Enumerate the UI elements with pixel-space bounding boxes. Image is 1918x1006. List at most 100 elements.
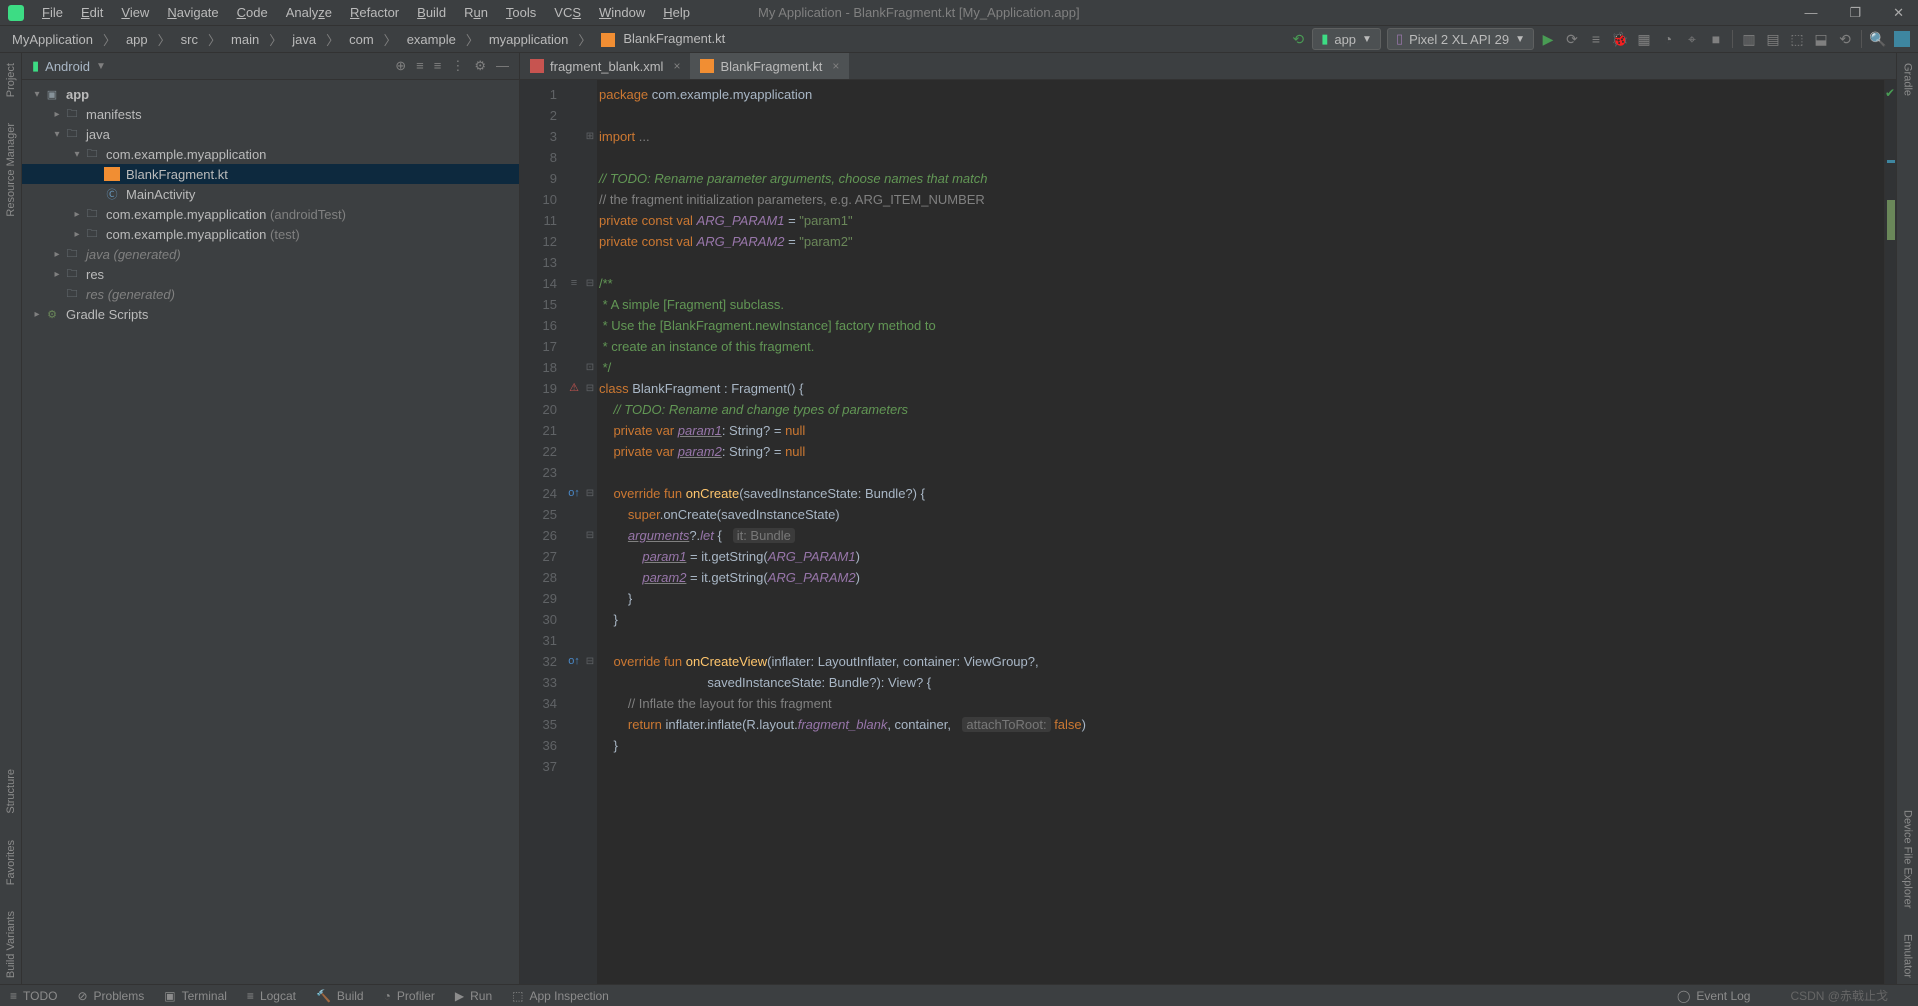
project-view-header: ▮ Android ▼ ⊕ ≡ ≡ ⋮ ⚙ — (22, 53, 519, 80)
close-tab-icon[interactable]: × (673, 59, 680, 73)
show-options-menu-icon[interactable]: ⋮ (451, 58, 464, 74)
menu-refactor[interactable]: Refactor (342, 3, 407, 22)
bc-example[interactable]: example (403, 32, 460, 47)
close-tab-icon[interactable]: × (832, 59, 839, 73)
menu-code[interactable]: Code (229, 3, 276, 22)
tab-resource-manager[interactable]: Resource Manager (3, 117, 19, 223)
tab-gradle[interactable]: Gradle (1900, 57, 1916, 102)
menu-navigate[interactable]: Navigate (159, 3, 226, 22)
select-opened-file-icon[interactable]: ⊕ (395, 58, 406, 74)
menu-view[interactable]: View (113, 3, 157, 22)
code-editor[interactable]: package com.example.myapplication import… (597, 80, 1884, 984)
status-bar: ≡ TODO ⊘ Problems ▣ Terminal ≡ Logcat 🔨 … (0, 984, 1918, 1006)
bc-java[interactable]: java (288, 32, 320, 47)
toolbar-right: ⟲ ▮app▼ ▯Pixel 2 XL API 29▼ ▶ ⟳ ≡ 🐞 ▦ ◔ … (1290, 28, 1910, 50)
tree-node-res[interactable]: ▸🗀res (22, 264, 519, 284)
coverage-button[interactable]: ▦ (1636, 31, 1652, 47)
folder-icon: 🗀 (64, 247, 80, 261)
hide-icon[interactable]: — (496, 58, 509, 74)
editor-area: fragment_blank.xml× BlankFragment.kt× 12… (520, 53, 1896, 984)
menu-file[interactable]: File (34, 3, 71, 22)
tree-node-gradle-scripts[interactable]: ▸⚙Gradle Scripts (22, 304, 519, 324)
tab-favorites[interactable]: Favorites (3, 834, 19, 891)
footer-terminal[interactable]: ▣ Terminal (164, 989, 227, 1003)
bc-file[interactable]: BlankFragment.kt (597, 31, 733, 47)
bc-main[interactable]: main (227, 32, 263, 47)
chevron-down-icon[interactable]: ▼ (96, 61, 106, 72)
tab-fragment-blank-xml[interactable]: fragment_blank.xml× (520, 53, 690, 79)
tab-device-file-explorer[interactable]: Device File Explorer (1900, 804, 1916, 914)
tree-node-package[interactable]: ▾🗀com.example.myapplication (22, 144, 519, 164)
tree-node-res-gen[interactable]: 🗀res (generated) (22, 284, 519, 304)
bc-root[interactable]: MyApplication (8, 32, 97, 47)
bc-src[interactable]: src (177, 32, 202, 47)
tree-file-blankfragment[interactable]: BlankFragment.kt (22, 164, 519, 184)
tab-emulator[interactable]: Emulator (1900, 928, 1916, 984)
tree-node-java-gen[interactable]: ▸🗀java (generated) (22, 244, 519, 264)
ide-settings-button[interactable] (1894, 31, 1910, 47)
sync-icon[interactable]: ⟲ (1290, 31, 1306, 47)
apply-changes-button[interactable]: ⟳ (1564, 31, 1580, 47)
footer-run[interactable]: ▶ Run (455, 989, 492, 1003)
project-tree[interactable]: ▾▣app ▸🗀manifests ▾🗀java ▾🗀com.example.m… (22, 80, 519, 984)
tab-project[interactable]: Project (3, 57, 19, 103)
footer-profiler[interactable]: ◔ Profiler (384, 989, 435, 1003)
debug-button[interactable]: 🐞 (1612, 31, 1628, 47)
resource-manager-button[interactable]: ⬚ (1789, 31, 1805, 47)
run-button[interactable]: ▶ (1540, 31, 1556, 47)
tree-node-test[interactable]: ▸🗀com.example.myapplication (test) (22, 224, 519, 244)
attach-debugger-button[interactable]: ⌖ (1684, 31, 1700, 47)
gear-icon[interactable]: ⚙ (474, 58, 486, 74)
navigation-bar: MyApplication〉 app〉 src〉 main〉 java〉 com… (0, 26, 1918, 53)
tree-file-mainactivity[interactable]: ⒸMainActivity (22, 184, 519, 204)
bc-com[interactable]: com (345, 32, 378, 47)
footer-logcat[interactable]: ≡ Logcat (247, 989, 296, 1003)
tree-node-androidtest[interactable]: ▸🗀com.example.myapplication (androidTest… (22, 204, 519, 224)
menu-build[interactable]: Build (409, 3, 454, 22)
override-icon[interactable]: o↑ (565, 651, 583, 672)
apply-code-button[interactable]: ≡ (1588, 31, 1604, 47)
menu-analyze[interactable]: Analyze (278, 3, 340, 22)
module-icon: ▣ (44, 87, 60, 101)
footer-app-inspection[interactable]: ⬚ App Inspection (512, 989, 609, 1003)
stop-button[interactable]: ■ (1708, 31, 1724, 47)
maximize-button[interactable]: ❐ (1843, 3, 1867, 23)
footer-event-log[interactable]: ◯ Event Log (1677, 987, 1750, 1004)
override-icon[interactable]: o↑ (565, 483, 583, 504)
breadcrumb: MyApplication〉 app〉 src〉 main〉 java〉 com… (8, 30, 733, 49)
fold-gutter[interactable]: ⊞ ⊟ ⊡⊟ ⊟ ⊟ ⊟ (583, 80, 597, 984)
menu-edit[interactable]: Edit (73, 3, 111, 22)
tree-node-manifests[interactable]: ▸🗀manifests (22, 104, 519, 124)
search-everywhere-button[interactable]: 🔍 (1870, 31, 1886, 47)
menu-help[interactable]: Help (655, 3, 698, 22)
footer-todo[interactable]: ≡ TODO (10, 989, 57, 1003)
bc-myapp[interactable]: myapplication (485, 32, 573, 47)
warning-icon[interactable]: ⚠ (565, 378, 583, 399)
menu-run[interactable]: Run (456, 3, 496, 22)
tree-node-app[interactable]: ▾▣app (22, 84, 519, 104)
sync-project-button[interactable]: ⟲ (1837, 31, 1853, 47)
menu-tools[interactable]: Tools (498, 3, 544, 22)
menu-vcs[interactable]: VCS (546, 3, 589, 22)
expand-all-icon[interactable]: ≡ (416, 58, 424, 74)
close-button[interactable]: ✕ (1887, 3, 1910, 23)
sdk-manager-button[interactable]: ▤ (1765, 31, 1781, 47)
run-config-selector[interactable]: ▮app▼ (1312, 28, 1381, 50)
footer-build[interactable]: 🔨 Build (316, 989, 364, 1003)
error-stripe[interactable]: ✔ (1884, 80, 1896, 984)
collapse-all-icon[interactable]: ≡ (434, 58, 442, 74)
layout-inspector-button[interactable]: ⬓ (1813, 31, 1829, 47)
menu-window[interactable]: Window (591, 3, 653, 22)
tab-structure[interactable]: Structure (3, 763, 19, 820)
minimize-button[interactable]: — (1798, 3, 1823, 23)
device-selector[interactable]: ▯Pixel 2 XL API 29▼ (1387, 28, 1534, 50)
tab-blankfragment-kt[interactable]: BlankFragment.kt× (690, 53, 849, 79)
footer-problems[interactable]: ⊘ Problems (77, 989, 144, 1003)
profile-button[interactable]: ◔ (1660, 31, 1676, 47)
footer-watermark: CSDN @赤戟止戈 (1790, 987, 1888, 1004)
tree-node-java[interactable]: ▾🗀java (22, 124, 519, 144)
tab-build-variants[interactable]: Build Variants (3, 905, 19, 984)
bc-app[interactable]: app (122, 32, 152, 47)
avd-manager-button[interactable]: ▥ (1741, 31, 1757, 47)
project-view-mode[interactable]: Android (45, 59, 90, 74)
